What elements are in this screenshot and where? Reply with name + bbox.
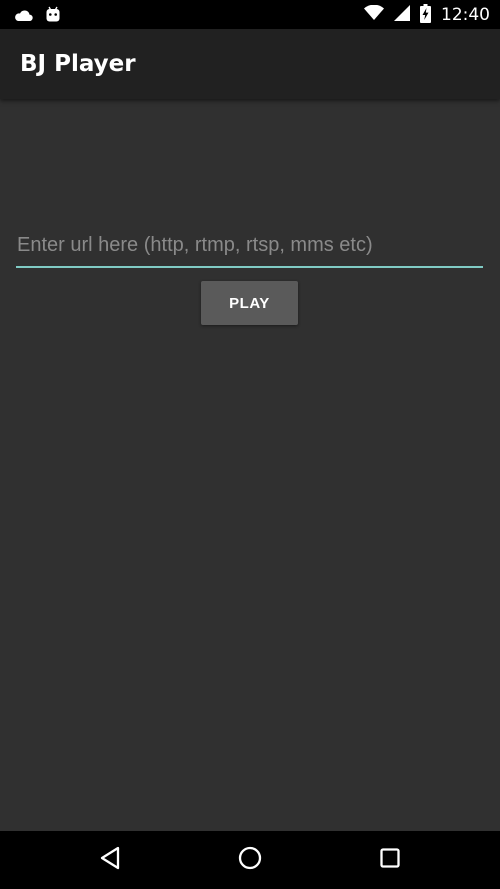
home-button[interactable] [235,845,265,875]
home-icon [237,845,263,875]
navigation-bar [0,831,500,889]
signal-icon [394,5,410,25]
cloud-icon [14,7,33,26]
wifi-icon [364,4,384,25]
url-input-field [16,226,483,268]
status-system: 12:40 [364,3,490,27]
android-icon [45,6,61,27]
status-notifications [14,6,61,27]
url-input[interactable] [16,226,483,264]
status-bar: 12:40 [0,0,500,29]
recents-button[interactable] [375,845,405,875]
status-time: 12:40 [441,5,490,25]
recents-icon [379,847,401,873]
app-title: BJ Player [20,51,136,77]
play-button[interactable]: PLAY [201,281,298,325]
app-bar: BJ Player [0,29,500,99]
back-icon [99,846,121,874]
back-button[interactable] [95,845,125,875]
screen: 12:40 BJ Player PLAY [0,0,500,889]
battery-charging-icon [420,3,431,27]
